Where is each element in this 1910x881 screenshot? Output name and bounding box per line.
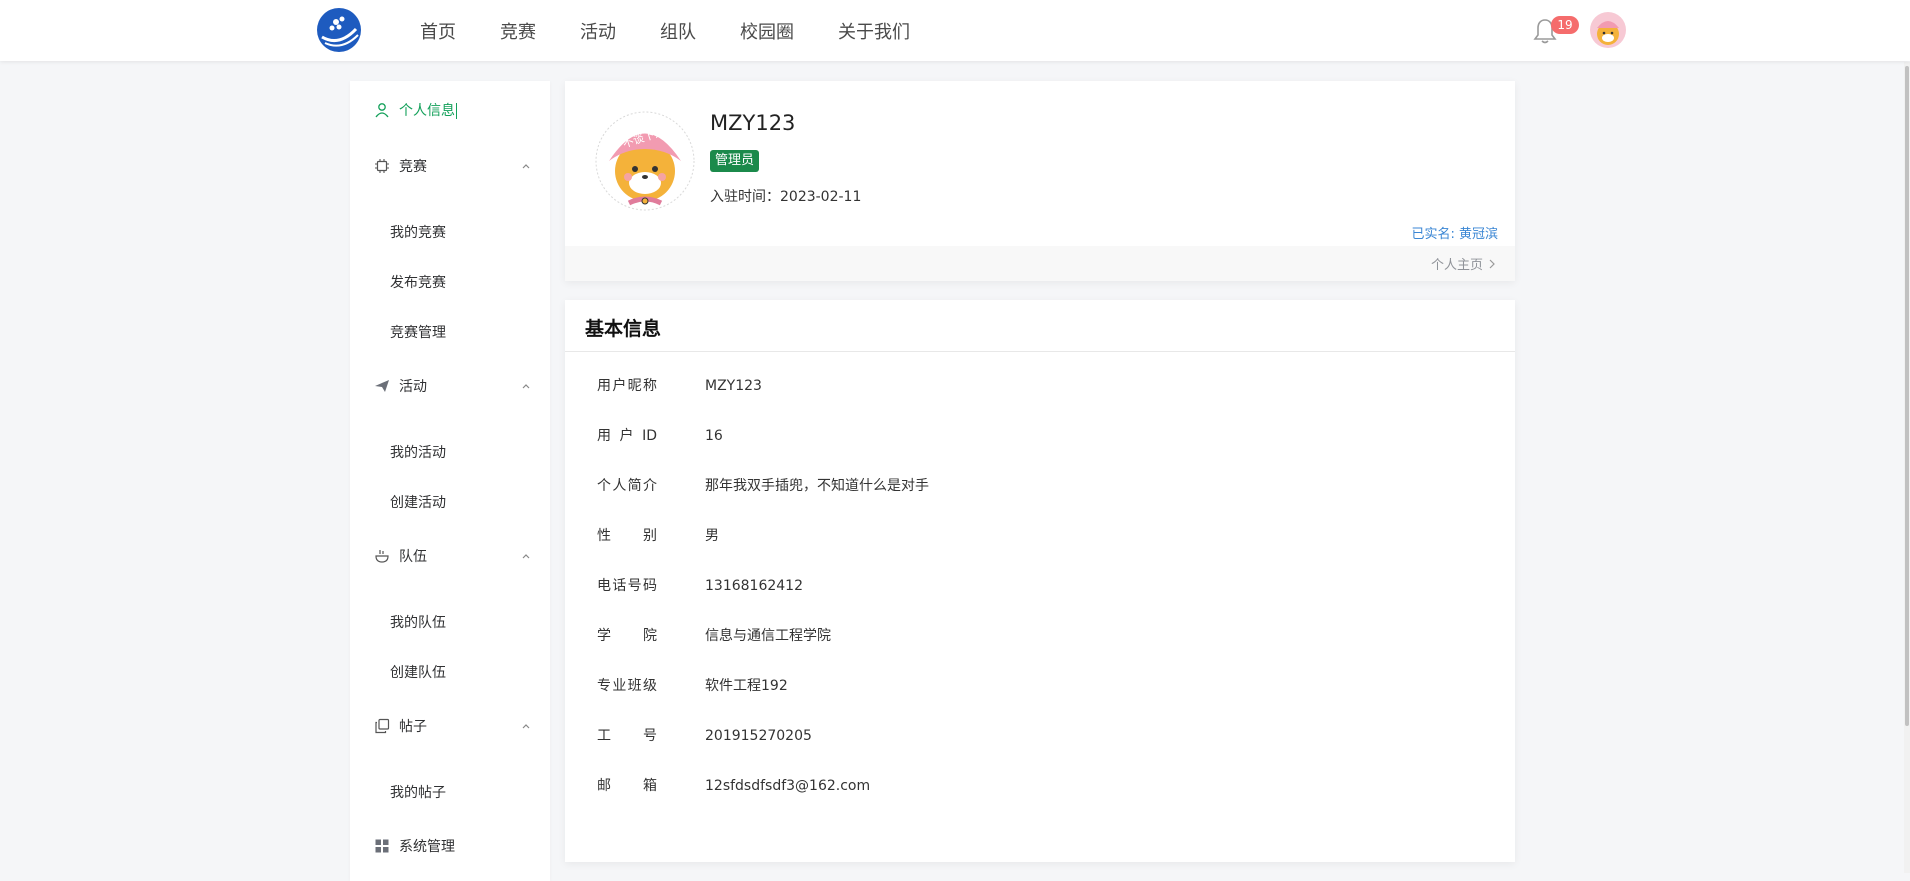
info-value: 男 xyxy=(705,528,719,544)
sidebar-item-profile[interactable]: 个人信息 xyxy=(350,90,550,130)
sidebar-item-my-activity[interactable]: 我的活动 xyxy=(350,432,550,472)
sidebar-item-my-competition[interactable]: 我的竞赛 xyxy=(350,212,550,252)
profile-card: 不谈下凡 MZY123 管理员 入驻时间：2023-02-11 已实名: 黄冠滨… xyxy=(565,81,1515,281)
sidebar-item-label: 我的帖子 xyxy=(390,785,446,801)
info-label: 性别 xyxy=(597,528,657,544)
username-heading: MZY123 xyxy=(710,111,796,135)
sidebar-group-label: 帖子 xyxy=(399,719,427,735)
divider xyxy=(565,351,1515,352)
grid-icon xyxy=(375,839,389,853)
chevron-up-icon xyxy=(522,554,530,559)
chevron-up-icon xyxy=(522,724,530,729)
avatar-image-icon xyxy=(1590,12,1626,48)
sidebar-menu: 个人信息 竞赛 我的竞赛 发布竞赛 竞赛管理 活动 我的活动 创建活动 队伍 我… xyxy=(350,81,550,881)
sidebar-group-post[interactable]: 帖子 xyxy=(350,706,550,746)
info-label: 学院 xyxy=(597,628,657,644)
info-label: 工号 xyxy=(597,728,657,744)
info-value: 201915270205 xyxy=(705,728,812,744)
sidebar-item-label: 我的竞赛 xyxy=(390,225,446,241)
info-row-staff-id: 工号 201915270205 xyxy=(565,724,1515,748)
info-label: 专业班级 xyxy=(597,678,657,694)
info-row-phone: 电话号码 13168162412 xyxy=(565,574,1515,598)
notification-badge: 19 xyxy=(1551,16,1579,34)
sidebar-item-label: 发布竞赛 xyxy=(390,275,446,291)
sidebar-item-my-post[interactable]: 我的帖子 xyxy=(350,772,550,812)
sidebar-item-label: 创建队伍 xyxy=(390,665,446,681)
info-value: 信息与通信工程学院 xyxy=(705,628,831,644)
info-value: 那年我双手插兜，不知道什么是对手 xyxy=(705,478,929,494)
sidebar-item-label: 竞赛管理 xyxy=(390,325,446,341)
sidebar-item-publish-competition[interactable]: 发布竞赛 xyxy=(350,262,550,302)
nav-activity[interactable]: 活动 xyxy=(580,18,616,44)
sidebar-group-label: 竞赛 xyxy=(399,159,427,175)
sidebar-item-label: 系统管理 xyxy=(399,839,455,855)
chevron-right-icon xyxy=(1489,259,1495,268)
sidebar-item-label: 我的活动 xyxy=(390,445,446,461)
sidebar-group-label: 队伍 xyxy=(399,549,427,565)
sidebar-group-competition[interactable]: 竞赛 xyxy=(350,146,550,186)
homepage-link-label: 个人主页 xyxy=(1430,258,1483,273)
sidebar-item-create-team[interactable]: 创建队伍 xyxy=(350,652,550,692)
info-row-user-id: 用户ID 16 xyxy=(565,424,1515,448)
info-row-bio: 个人简介 那年我双手插兜，不知道什么是对手 xyxy=(565,474,1515,498)
profile-avatar[interactable]: 不谈下凡 xyxy=(595,111,695,211)
info-label: 用户ID xyxy=(597,428,657,444)
user-icon xyxy=(375,103,389,118)
top-navbar: 首页 竞赛 活动 组队 校园圈 关于我们 19 xyxy=(0,0,1910,61)
verified-name-link[interactable]: 已实名: 黄冠滨 xyxy=(1411,223,1498,242)
sidebar-item-label: 创建活动 xyxy=(390,495,446,511)
page-scrollbar-thumb[interactable] xyxy=(1905,66,1909,726)
info-value: 16 xyxy=(705,428,723,444)
copy-icon xyxy=(375,718,390,734)
chevron-up-icon xyxy=(522,164,530,169)
profile-card-footer: 个人主页 xyxy=(565,246,1515,281)
nav-about[interactable]: 关于我们 xyxy=(838,18,910,44)
personal-homepage-link[interactable]: 个人主页 xyxy=(1431,246,1497,281)
nav-competition[interactable]: 竞赛 xyxy=(500,18,536,44)
bowl-icon xyxy=(375,550,389,563)
sidebar-item-create-activity[interactable]: 创建活动 xyxy=(350,482,550,522)
info-row-gender: 性别 男 xyxy=(565,524,1515,548)
chip-icon xyxy=(375,159,389,173)
info-row-email: 邮箱 12sfdsdfsdf3@162.com xyxy=(565,774,1515,798)
info-row-nickname: 用户昵称 MZY123 xyxy=(565,374,1515,398)
sidebar-item-manage-competition[interactable]: 竞赛管理 xyxy=(350,312,550,352)
info-value: 12sfdsdfsdf3@162.com xyxy=(705,778,871,794)
role-badge: 管理员 xyxy=(710,150,760,172)
info-label: 电话号码 xyxy=(597,578,657,594)
info-value: MZY123 xyxy=(705,378,762,394)
text-caret xyxy=(456,103,457,119)
sidebar-group-activity[interactable]: 活动 xyxy=(350,366,550,406)
info-label: 个人简介 xyxy=(597,478,657,494)
avatar-image-icon: 不谈下凡 xyxy=(595,111,695,211)
sidebar-item-my-team[interactable]: 我的队伍 xyxy=(350,602,550,642)
info-row-major-class: 专业班级 软件工程192 xyxy=(565,674,1515,698)
info-label: 用户昵称 xyxy=(597,378,657,394)
sidebar-group-team[interactable]: 队伍 xyxy=(350,536,550,576)
info-label: 邮箱 xyxy=(597,778,657,794)
basic-info-title: 基本信息 xyxy=(585,318,662,340)
nav-team[interactable]: 组队 xyxy=(660,18,696,44)
join-date: 入驻时间：2023-02-11 xyxy=(710,189,862,205)
nav-home[interactable]: 首页 xyxy=(420,18,456,44)
basic-info-card: 基本信息 用户昵称 MZY123 用户ID 16 个人简介 那年我双手插兜，不知… xyxy=(565,300,1515,862)
info-value: 软件工程192 xyxy=(705,678,788,694)
site-logo-icon[interactable] xyxy=(316,7,362,53)
sidebar-item-label: 我的队伍 xyxy=(390,615,446,631)
user-avatar[interactable] xyxy=(1590,12,1626,48)
info-value: 13168162412 xyxy=(705,578,803,594)
sidebar-item-system[interactable]: 系统管理 xyxy=(350,826,550,866)
chevron-up-icon xyxy=(522,384,530,389)
sidebar-group-label: 活动 xyxy=(399,379,427,395)
sidebar-item-label: 个人信息 xyxy=(399,103,457,119)
paper-plane-icon xyxy=(375,380,389,392)
nav-campus[interactable]: 校园圈 xyxy=(740,18,794,44)
info-row-college: 学院 信息与通信工程学院 xyxy=(565,624,1515,648)
main-nav: 首页 竞赛 活动 组队 校园圈 关于我们 xyxy=(400,0,910,61)
